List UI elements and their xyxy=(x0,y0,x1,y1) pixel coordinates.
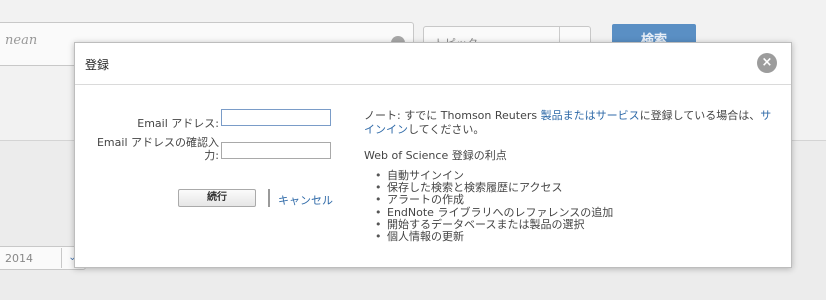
products-services-link[interactable]: 製品またはサービス xyxy=(541,109,640,122)
note-suffix: してください。 xyxy=(408,123,485,136)
continue-button[interactable]: 続行 xyxy=(178,189,256,207)
email-label: Email アドレス: xyxy=(137,117,219,130)
email-confirm-field[interactable] xyxy=(221,142,331,159)
cancel-link[interactable]: キャンセル xyxy=(278,192,333,208)
registration-note: ノート: すでに Thomson Reuters 製品またはサービスに登録してい… xyxy=(364,109,780,137)
benefits-title: Web of Science 登録の利点 xyxy=(364,149,507,162)
email-field[interactable] xyxy=(221,109,331,126)
year-select-value: 2014 xyxy=(5,252,33,265)
close-icon[interactable]: × xyxy=(757,53,777,73)
list-item: EndNote ライブラリへのレファレンスの追加 xyxy=(375,206,755,219)
note-middle: に登録している場合は、 xyxy=(639,109,761,122)
button-separator xyxy=(268,189,270,207)
registration-dialog: 登録 × Email アドレス: Email アドレスの確認入力: 続行 キャン… xyxy=(74,42,792,268)
list-item: 個人情報の更新 xyxy=(375,230,755,243)
background-search-text: nean xyxy=(5,33,38,48)
email-confirm-label: Email アドレスの確認入力: xyxy=(96,136,219,162)
note-prefix: ノート: すでに Thomson Reuters xyxy=(364,109,541,122)
benefits-list: 自動サインイン 保存した検索と検索履歴にアクセス アラートの作成 EndNote… xyxy=(375,169,755,243)
list-item: アラートの作成 xyxy=(375,194,755,207)
dialog-title: 登録 xyxy=(85,58,110,72)
dialog-header: 登録 × xyxy=(75,43,791,85)
